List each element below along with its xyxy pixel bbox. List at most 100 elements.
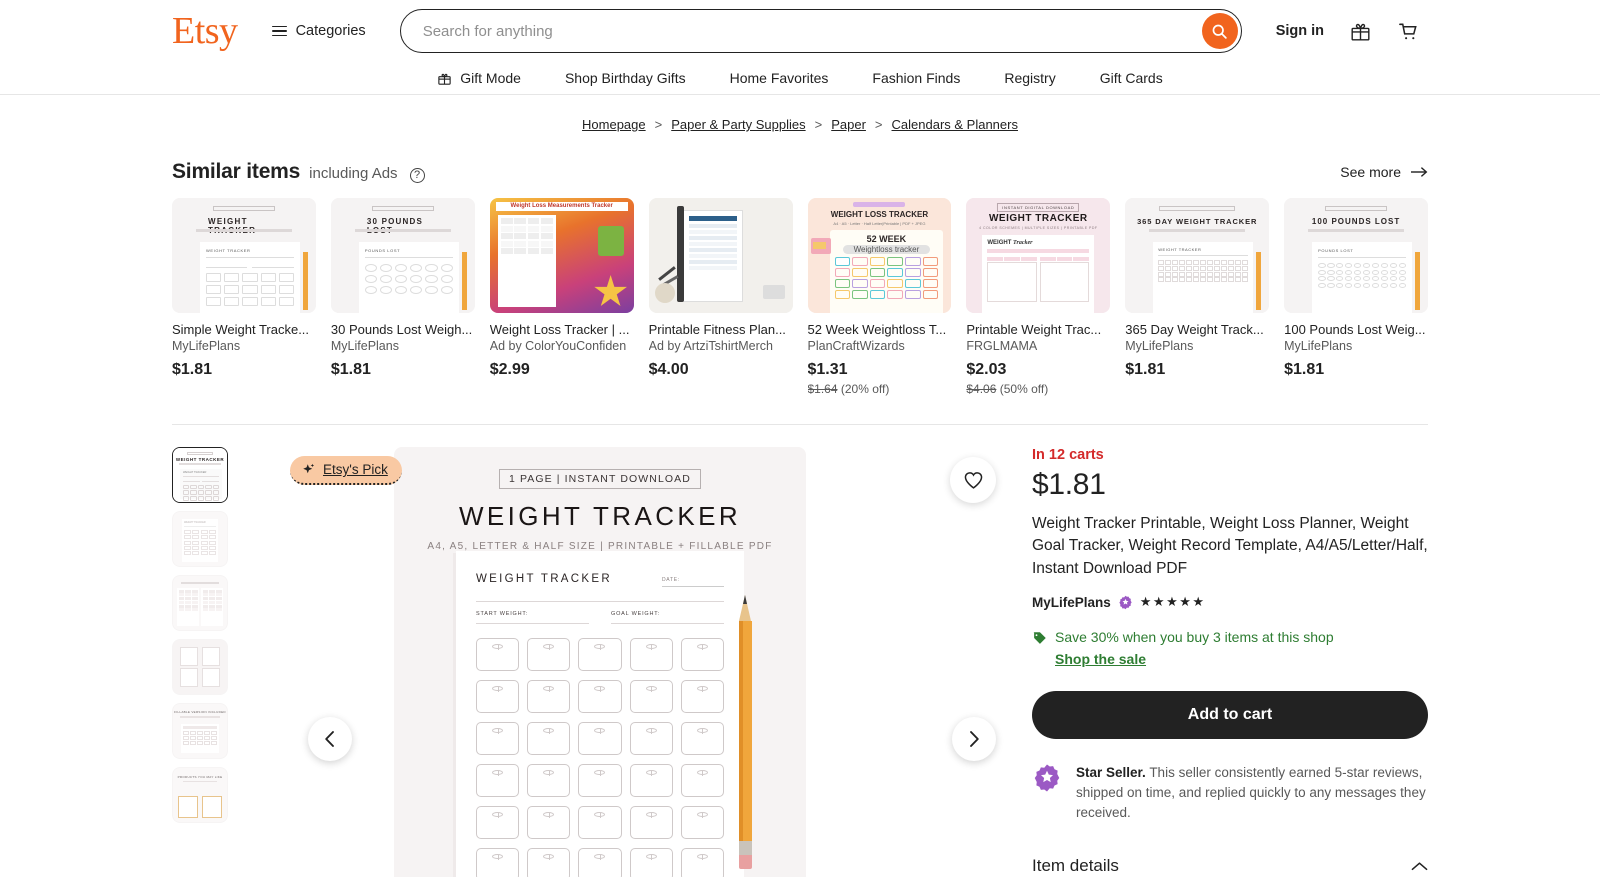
gallery-thumbnail-1[interactable]: WEIGHT TRACKER WEIGHT TRACKER [172,447,228,503]
secondary-nav: Gift Mode Shop Birthday Gifts Home Favor… [0,62,1600,95]
etsy-logo[interactable]: Etsy [172,12,238,50]
etsys-pick-badge: Etsy's Pick [290,456,402,485]
scale-icon [527,638,571,671]
scale-icon [527,806,571,839]
product-thumbnail-image: WEIGHT LOSS TRACKER A4 · A5 · Letter · H… [807,198,952,313]
sheet-scale-grid [476,638,724,877]
product-thumbnail-image: WEIGHT TRACKER WEIGHT TRACKER [172,198,316,313]
header-actions: Sign in [1276,20,1420,43]
question-mark-icon[interactable]: ? [409,168,425,183]
main-product-image[interactable]: 1 PAGE | INSTANT DOWNLOAD WEIGHT TRACKER… [394,447,806,877]
gallery-thumbnail-5[interactable]: FILLABLE VERSION INCLUDED [172,703,228,759]
shop-name-link[interactable]: MyLifePlans [1032,595,1111,610]
scale-icon [629,680,673,713]
scale-icon [476,848,520,877]
sparkle-icon [303,463,315,474]
chevron-right-icon [970,731,979,747]
similar-item-discount-pct: (20% off) [840,382,890,396]
sign-in-button[interactable]: Sign in [1276,23,1324,39]
scale-icon [476,764,520,797]
pencil-decoration [739,595,752,869]
search-submit-button[interactable] [1201,13,1238,49]
breadcrumb-item-calendars-planners[interactable]: Calendars & Planners [892,117,1018,132]
star-seller-title: Star Seller. [1076,765,1146,781]
gallery-next-button[interactable] [952,717,996,761]
gallery-thumbnail-3[interactable] [172,575,228,631]
see-more-button[interactable]: See more [1340,164,1428,180]
scale-icon [476,722,520,755]
similar-item-price: $2.99 [489,361,530,378]
similar-item-card[interactable]: 100 POUNDS LOST POUNDS LOST 100 Pounds L… [1284,198,1428,396]
scale-icon [629,722,673,755]
scale-icon [629,638,673,671]
search-bar [399,9,1242,53]
similar-item-card[interactable]: Printable Fitness Plan... Ad by ArtziTsh… [648,198,793,396]
scale-icon [578,806,622,839]
subnav-label: Gift Cards [1099,70,1163,86]
gallery-thumbnail-6[interactable]: PRODUCTS YOU MAY LIKE [172,767,228,823]
similar-item-card[interactable]: 30 POUNDS LOST POUNDS LOST 30 Pounds Los… [330,198,475,396]
scale-icon [680,848,724,877]
price-tag-icon [1033,632,1046,645]
subnav-item-home-favorites[interactable]: Home Favorites [730,70,829,86]
in-carts-badge: In 12 carts [1032,447,1104,463]
similar-item-shop: Ad by ArtziTshirtMerch [648,339,773,353]
similar-items-title: Similar items [172,160,301,183]
star-seller-badge-icon [1034,764,1060,792]
similar-item-card[interactable]: WEIGHT TRACKER WEIGHT TRACKER [172,198,316,396]
shop-sale-banner: Save 30% when you buy 3 items at this sh… [1032,628,1428,667]
see-more-label: See more [1340,164,1401,180]
product-info-panel: In 12 carts $1.81 Weight Tracker Printab… [1032,447,1428,877]
chevron-left-icon [325,731,334,747]
scale-icon [476,806,520,839]
similar-item-shop: MyLifePlans [1125,339,1194,353]
gift-icon[interactable] [1350,21,1371,42]
search-input[interactable] [399,9,1242,53]
product-thumbnail-image: INSTANT DIGITAL DOWNLOAD WEIGHT TRACKER … [966,198,1111,313]
similar-item-card[interactable]: 365 DAY WEIGHT TRACKER WEIGHT TRACKER 36… [1125,198,1270,396]
subnav-item-registry[interactable]: Registry [1004,70,1055,86]
similar-item-name: Printable Weight Trac... [966,322,1102,337]
favorite-button[interactable] [950,457,996,503]
similar-item-name: 365 Day Weight Track... [1125,322,1264,337]
product-thumbnail-image: 100 POUNDS LOST POUNDS LOST [1284,198,1428,313]
similar-item-card[interactable]: INSTANT DIGITAL DOWNLOAD WEIGHT TRACKER … [966,198,1111,396]
similar-item-card[interactable]: WEIGHT LOSS TRACKER A4 · A5 · Letter · H… [807,198,952,396]
chevron-up-icon [1411,862,1428,870]
similar-item-old-price: $1.64 [807,382,838,396]
scale-icon [578,764,622,797]
product-thumbnail-image [648,198,793,313]
breadcrumb-item-paper[interactable]: Paper [831,117,866,132]
similar-items-header: Similar items including Ads ? See more [172,160,1428,184]
breadcrumb-item-homepage[interactable]: Homepage [582,117,646,132]
site-header: Etsy Categories Sign in [0,0,1600,62]
star-seller-badge-icon [1119,595,1132,610]
similar-item-discount-pct: (50% off) [999,382,1049,396]
scale-icon [476,680,520,713]
sheet-rule [476,601,724,602]
categories-button[interactable]: Categories [271,23,366,39]
shop-the-sale-link[interactable]: Shop the sale [1055,651,1334,667]
scale-icon [476,638,520,671]
subnav-item-shop-birthday-gifts[interactable]: Shop Birthday Gifts [565,70,686,86]
product-title: Weight Tracker Printable, Weight Loss Pl… [1032,515,1428,577]
similar-item-price: $1.81 [330,361,371,378]
gallery-thumbnail-4[interactable] [172,639,228,695]
breadcrumb-separator: > [654,117,663,132]
breadcrumb-item-paper-party-supplies[interactable]: Paper & Party Supplies [671,117,805,132]
subnav-item-gift-cards[interactable]: Gift Cards [1100,70,1163,86]
similar-item-name: Simple Weight Tracke... [172,322,310,337]
subnav-label: Gift Mode [460,70,521,86]
item-details-accordion[interactable]: Item details [1032,856,1428,876]
similar-item-price: $1.81 [172,361,213,378]
subnav-item-gift-mode[interactable]: Gift Mode [437,70,521,86]
main-image-badge: 1 PAGE | INSTANT DOWNLOAD [499,469,701,489]
gallery-prev-button[interactable] [308,717,352,761]
add-to-cart-button[interactable]: Add to cart [1032,691,1428,740]
rating-stars[interactable]: ★★★★★ [1140,594,1206,610]
gallery-thumbnail-2[interactable]: WEIGHT TRACKER [172,511,228,567]
scale-icon [680,638,724,671]
subnav-item-fashion-finds[interactable]: Fashion Finds [872,70,960,86]
cart-icon[interactable] [1397,20,1420,43]
similar-item-card[interactable]: Weight Loss Measurements Tracker Weight … [489,198,634,396]
